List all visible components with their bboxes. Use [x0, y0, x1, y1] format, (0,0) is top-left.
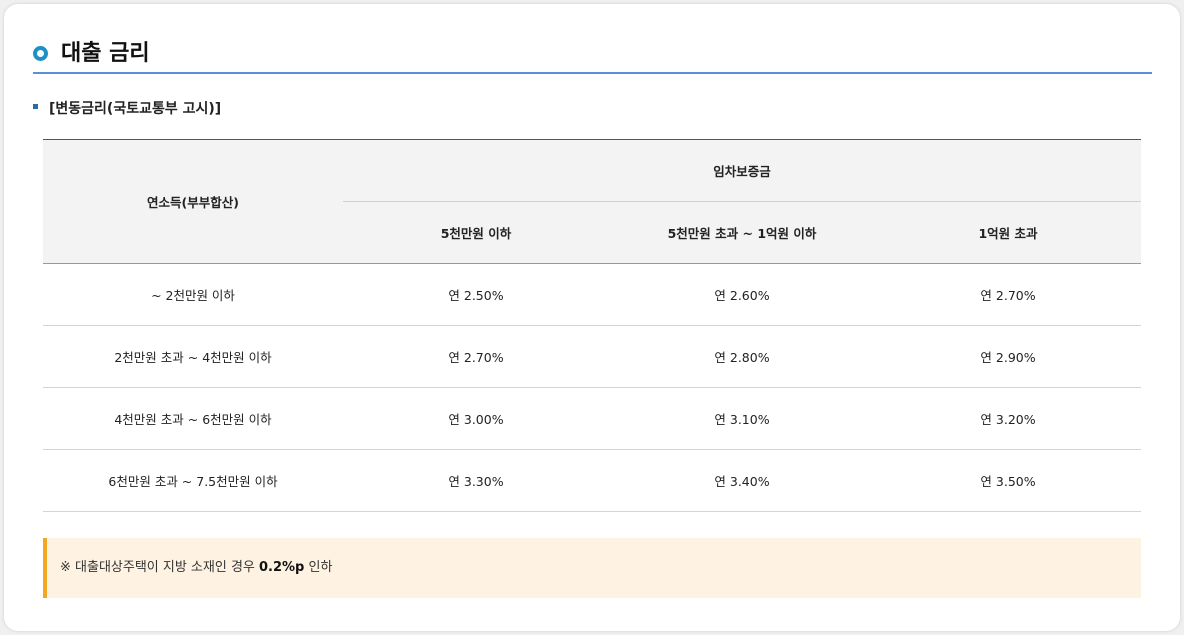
rate-cell: 연 2.50%: [343, 263, 609, 326]
square-bullet-icon: [33, 104, 38, 109]
rate-cell: 연 3.30%: [343, 449, 609, 512]
rate-cell: 연 3.50%: [875, 449, 1142, 512]
rate-cell: 연 3.10%: [609, 387, 875, 450]
rate-cell: 연 2.90%: [875, 325, 1142, 388]
table-row: 4천만원 초과 ~ 6천만원 이하 연 3.00% 연 3.10% 연 3.20…: [43, 387, 1142, 450]
regional-discount-note: ※ 대출대상주택이 지방 소재인 경우 0.2%p 인하: [43, 538, 1141, 598]
income-range-cell: ~ 2천만원 이하: [43, 263, 343, 326]
rate-cell: 연 2.70%: [875, 263, 1142, 326]
income-range-cell: 6천만원 초과 ~ 7.5천만원 이하: [43, 449, 343, 512]
section-header: 대출 금리: [33, 40, 1152, 74]
column-header: 5천만원 이하: [343, 201, 609, 264]
column-header: 1억원 초과: [875, 201, 1142, 264]
rate-cell: 연 2.80%: [609, 325, 875, 388]
note-text: ※ 대출대상주택이 지방 소재인 경우: [60, 560, 259, 575]
note-suffix: 인하: [304, 560, 333, 575]
income-range-cell: 4천만원 초과 ~ 6천만원 이하: [43, 387, 343, 450]
table-row: ~ 2천만원 이하 연 2.50% 연 2.60% 연 2.70%: [43, 263, 1142, 326]
section-title: 대출 금리: [61, 41, 150, 66]
circle-bullet-icon: [33, 46, 48, 61]
group-header-deposit: 임차보증금: [343, 139, 1142, 202]
rate-cell: 연 3.40%: [609, 449, 875, 512]
subsection-title: [변동금리(국토교통부 고시)]: [49, 101, 222, 117]
rate-cell: 연 3.20%: [875, 387, 1142, 450]
rate-cell: 연 2.60%: [609, 263, 875, 326]
rate-table: 연소득(부부합산) 임차보증금 5천만원 이하 5천만원 초과 ~ 1억원 이하…: [43, 139, 1142, 512]
income-range-cell: 2천만원 초과 ~ 4천만원 이하: [43, 325, 343, 388]
content-card: 대출 금리 [변동금리(국토교통부 고시)] 연소득(부부합산) 임차보증금 5…: [4, 4, 1180, 631]
table-row: 2천만원 초과 ~ 4천만원 이하 연 2.70% 연 2.80% 연 2.90…: [43, 325, 1142, 388]
note-highlight: 0.2%p: [259, 560, 305, 575]
rate-cell: 연 2.70%: [343, 325, 609, 388]
table-row: 6천만원 초과 ~ 7.5천만원 이하 연 3.30% 연 3.40% 연 3.…: [43, 449, 1142, 512]
row-header-income: 연소득(부부합산): [43, 139, 343, 264]
column-header: 5천만원 초과 ~ 1억원 이하: [609, 201, 875, 264]
rate-cell: 연 3.00%: [343, 387, 609, 450]
